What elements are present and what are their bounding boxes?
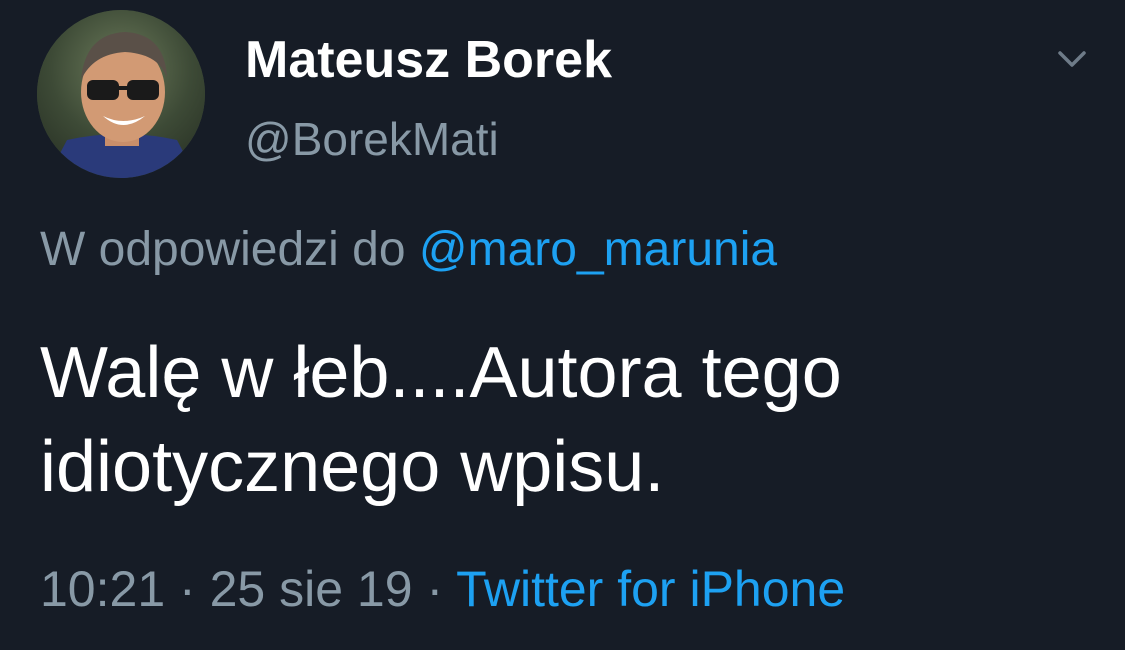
tweet-text-line: idiotycznego wpisu. [40,427,665,507]
tweet-text: Walę w łeb....Autora tego idiotycznego w… [40,326,1100,514]
tweet-time: 10:21 [40,561,166,617]
avatar[interactable] [37,10,205,178]
reply-mention-link[interactable]: @maro_marunia [419,223,777,276]
reply-context: W odpowiedzi do @maro_marunia [40,222,777,277]
chevron-down-icon[interactable] [1052,38,1092,78]
tweet-text-line: Walę w łeb....Autora tego [40,333,842,413]
tweet-source-link[interactable]: Twitter for iPhone [456,561,845,617]
tweet-date: 25 sie 19 [209,561,413,617]
tweet-card: Mateusz Borek @BorekMati W odpowiedzi do… [0,0,1125,650]
meta-separator: · [426,561,444,617]
tweet-meta: 10:21 · 25 sie 19 · Twitter for iPhone [40,560,845,618]
display-name[interactable]: Mateusz Borek [245,30,612,90]
meta-separator: · [179,561,196,617]
user-handle[interactable]: @BorekMati [245,112,499,166]
reply-prefix: W odpowiedzi do [40,223,406,276]
avatar-photo [37,10,205,178]
